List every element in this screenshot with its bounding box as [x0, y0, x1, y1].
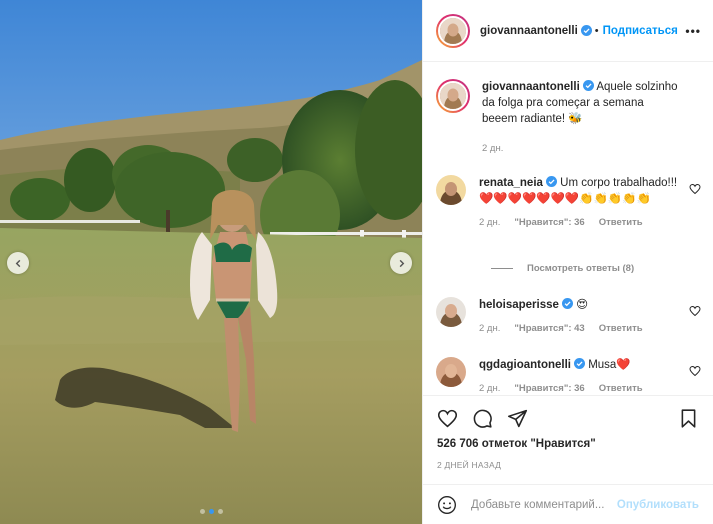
reply-button[interactable]: Ответить [599, 321, 643, 337]
caption-time[interactable]: 2 дн. [482, 141, 503, 157]
comment-likes[interactable]: "Нравится": 43 [514, 321, 584, 337]
likes-count[interactable]: 526 706 отметок "Нравится" [437, 438, 699, 450]
post-header: giovannaantonelli • Подписаться ••• [423, 0, 713, 62]
author-avatar[interactable] [436, 13, 470, 48]
header-separator: • [594, 24, 599, 37]
comment-avatar[interactable] [436, 175, 466, 205]
next-photo-button[interactable] [390, 252, 412, 274]
comment-avatar[interactable] [436, 357, 466, 387]
verified-badge-icon [561, 298, 573, 309]
comment-time[interactable]: 2 дн. [479, 215, 500, 231]
more-options-button[interactable]: ••• [685, 24, 701, 38]
view-replies-button[interactable]: Посмотреть ответы (8) [491, 263, 634, 274]
comment-username[interactable]: renata_neia [479, 177, 543, 189]
instagram-post-modal: giovannaantonelli • Подписаться ••• giov… [0, 0, 713, 524]
carousel-dot-active [208, 509, 214, 514]
replies-divider [491, 268, 513, 269]
author-username[interactable]: giovannaantonelli [480, 25, 578, 37]
photo-image [0, 0, 422, 524]
comment-text: 😍 [576, 299, 589, 311]
comment-item: heloisaperisse 😍 2 дн. "Нравится": 43 От… [436, 297, 701, 337]
comments-list[interactable]: giovannaantonelli Aquele solzinho da fol… [423, 63, 713, 393]
speech-bubble-icon[interactable] [472, 408, 493, 429]
caption-username[interactable]: giovannaantonelli [482, 81, 580, 93]
verified-badge-icon [574, 358, 585, 369]
view-replies-label: Посмотреть ответы (8) [527, 263, 635, 274]
comment-item: qgdagioantonelli Musa❤️ 2 дн. "Нравится"… [436, 357, 701, 393]
post-photo[interactable] [0, 0, 422, 524]
comment-item: renata_neia Um corpo trabalhado!!!❤️❤️❤️… [436, 175, 701, 231]
caption: giovannaantonelli Aquele solzinho da fol… [436, 79, 701, 157]
heart-outline-icon[interactable] [689, 305, 701, 317]
comment-time[interactable]: 2 дн. [479, 381, 500, 393]
chevron-right-icon [399, 259, 404, 267]
comment-username[interactable]: qgdagioantonelli [479, 359, 571, 371]
post-actions: 526 706 отметок "Нравится" 2 ДНЕЙ НАЗАД [423, 395, 713, 470]
chevron-left-icon [15, 259, 20, 267]
comment-likes[interactable]: "Нравится": 36 [514, 381, 584, 393]
comment-text: Musa❤️ [588, 359, 631, 371]
heart-outline-icon[interactable] [689, 183, 701, 195]
bookmark-icon[interactable] [678, 408, 699, 429]
post-side-panel: giovannaantonelli • Подписаться ••• giov… [422, 0, 713, 524]
reply-button[interactable]: Ответить [599, 215, 643, 231]
paper-plane-icon[interactable] [507, 408, 528, 429]
heart-outline-icon[interactable] [437, 408, 458, 429]
heart-outline-icon[interactable] [689, 365, 701, 377]
smiley-icon[interactable] [437, 495, 457, 515]
reply-button[interactable]: Ответить [599, 381, 643, 393]
caption-avatar[interactable] [436, 79, 470, 113]
previous-photo-button[interactable] [7, 252, 29, 274]
carousel-dot [199, 509, 205, 514]
add-comment-bar: Опубликовать [423, 484, 713, 524]
comment-username[interactable]: heloisaperisse [479, 299, 559, 311]
carousel-indicator [0, 509, 422, 514]
verified-badge-icon [580, 25, 592, 36]
follow-button[interactable]: Подписаться [603, 25, 678, 37]
post-date[interactable]: 2 ДНЕЙ НАЗАД [437, 460, 699, 470]
comment-avatar[interactable] [436, 297, 466, 327]
comment-likes[interactable]: "Нравится": 36 [514, 215, 584, 231]
publish-button[interactable]: Опубликовать [617, 499, 699, 511]
verified-badge-icon [545, 176, 557, 187]
comment-input[interactable] [471, 498, 616, 511]
comment-time[interactable]: 2 дн. [479, 321, 500, 337]
carousel-dot [217, 509, 223, 514]
verified-badge-icon [582, 80, 594, 91]
